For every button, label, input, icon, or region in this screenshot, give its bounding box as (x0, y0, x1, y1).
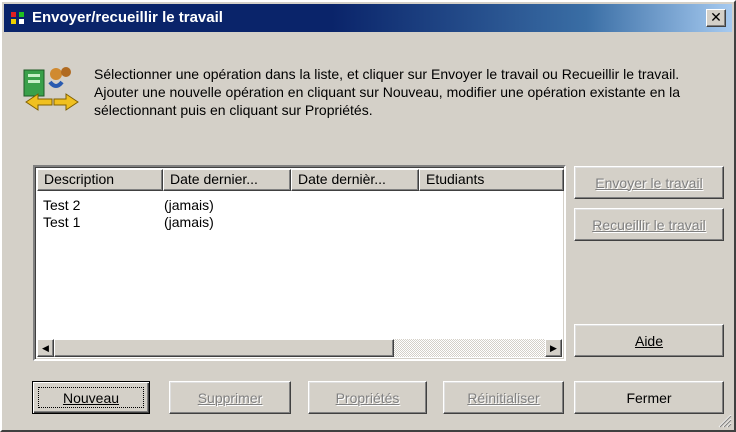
list-item[interactable]: Test 1 (jamais) (43, 214, 294, 231)
horizontal-scrollbar[interactable]: ◀ ▶ (37, 339, 562, 357)
scroll-right-icon[interactable]: ▶ (545, 339, 562, 357)
help-button[interactable]: Aide (574, 324, 724, 357)
close-icon: ✕ (710, 10, 722, 26)
properties-label: Propriétés (335, 389, 400, 406)
close-dialog-button[interactable]: Fermer (574, 381, 724, 414)
cell-description: Test 1 (43, 214, 81, 230)
scrollbar-thumb[interactable] (54, 339, 394, 357)
dialog-window: Envoyer/recueillir le travail ✕ Sélectio… (0, 0, 736, 432)
list-header: Description Date dernier... Date dernièr… (37, 169, 564, 191)
instructions-text: Sélectionner une opération dans la liste… (94, 66, 681, 118)
column-header-date-sent[interactable]: Date dernier... (163, 169, 291, 191)
send-collect-icon (23, 67, 79, 111)
help-label: Aide (634, 332, 664, 349)
reset-label: Réinitialiser (467, 389, 540, 406)
cell-description: Test 2 (43, 197, 81, 213)
resize-grip-icon[interactable] (716, 412, 732, 428)
delete-label: Supprimer (197, 389, 263, 406)
title-bar[interactable]: Envoyer/recueillir le travail ✕ (4, 4, 732, 32)
reset-button[interactable]: Réinitialiser (443, 381, 564, 414)
cell-date-sent: (jamais) (164, 214, 214, 230)
list-item[interactable]: Test 2 (jamais) (43, 197, 294, 214)
delete-button[interactable]: Supprimer (169, 381, 291, 414)
new-button[interactable]: Nouveau (32, 381, 150, 414)
list-body: Test 2 (jamais) Test 1 (jamais) (43, 197, 294, 231)
app-icon (11, 12, 24, 24)
collect-work-label: Recueillir le travail (592, 216, 706, 233)
focus-ring (38, 387, 144, 408)
close-button[interactable]: ✕ (706, 9, 726, 27)
scroll-left-icon[interactable]: ◀ (37, 339, 54, 357)
close-dialog-label: Fermer (626, 389, 672, 406)
column-header-students[interactable]: Etudiants (419, 169, 564, 191)
properties-button[interactable]: Propriétés (308, 381, 427, 414)
operations-list[interactable]: Description Date dernier... Date dernièr… (33, 165, 566, 361)
send-work-button[interactable]: Envoyer le travail (574, 166, 724, 199)
window-title: Envoyer/recueillir le travail (32, 9, 223, 26)
collect-work-button[interactable]: Recueillir le travail (574, 208, 724, 241)
send-work-label: Envoyer le travail (595, 174, 703, 191)
column-header-description[interactable]: Description (37, 169, 163, 191)
cell-date-sent: (jamais) (164, 197, 214, 213)
column-header-date-collected[interactable]: Date dernièr... (291, 169, 419, 191)
